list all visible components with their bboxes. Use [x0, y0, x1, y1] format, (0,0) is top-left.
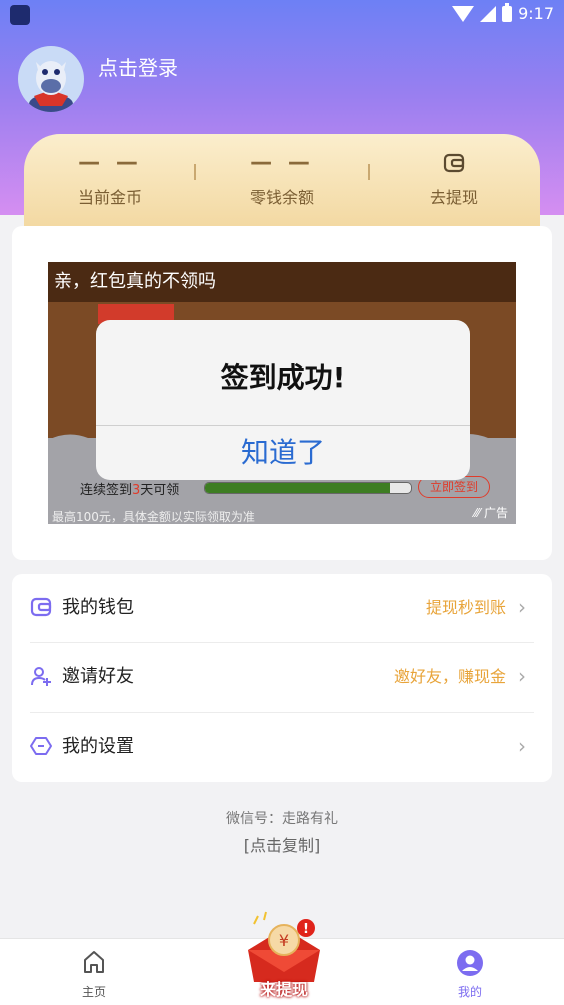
copy-button[interactable]: [点击复制] — [0, 832, 564, 856]
ad-title: 亲，红包真的不领吗 — [48, 262, 516, 302]
battery-icon — [502, 2, 513, 22]
avatar[interactable] — [18, 46, 84, 112]
tab-mine-label: 我的 — [457, 985, 482, 999]
home-icon — [84, 951, 104, 973]
sign-progress-fill — [205, 483, 391, 493]
tab-withdraw-center[interactable]: ¥ ! 来提现 — [234, 910, 334, 1004]
menu-hint: 提现秒到账 — [425, 598, 506, 617]
change-balance-value: — — — [250, 150, 314, 175]
current-coins-label: 当前金币 — [77, 188, 142, 207]
dialog-title: 签到成功! — [220, 361, 346, 394]
sign-progress-text: 连续签到3天可领 — [80, 479, 179, 498]
settings-icon — [30, 737, 52, 755]
ad-logo-icon: ⁄⁄⁄ — [474, 506, 484, 520]
status-bar: 9:17 — [0, 0, 564, 30]
change-balance[interactable]: — — 零钱余额 — [196, 148, 368, 208]
menu-item-wallet[interactable]: 我的钱包 提现秒到账 › — [12, 574, 552, 642]
app-notification-icon — [10, 5, 30, 25]
profile-icon — [457, 950, 483, 976]
svg-text:¥: ¥ — [279, 931, 289, 950]
sign-prefix: 连续签到 — [80, 483, 133, 498]
wallet-icon — [30, 597, 52, 617]
menu-label: 邀请好友 — [62, 666, 134, 687]
dialog-confirm-button[interactable]: 知道了 — [96, 426, 470, 480]
withdraw-icon — [368, 148, 540, 178]
tab-home[interactable]: 主页 — [34, 939, 154, 1005]
add-user-icon — [31, 667, 51, 686]
menu-label: 我的钱包 — [62, 597, 134, 618]
ad-footer-note: 最高100元，具体金额以实际领取为准 — [52, 510, 255, 524]
sign-suffix: 天可领 — [140, 483, 180, 498]
wifi-icon — [452, 5, 475, 22]
coin-panel: — — 当前金币 — — 零钱余额 去提现 — [24, 134, 540, 234]
wechat-id: 微信号：走路有礼 — [226, 811, 338, 827]
menu-label: 我的设置 — [62, 736, 134, 757]
menu-list: 我的钱包 提现秒到账 › 邀请好友 邀好友，赚现金 › 我的设置 › — [12, 574, 552, 782]
chevron-right-icon: › — [518, 595, 526, 619]
tab-mine[interactable]: 我的 — [410, 939, 530, 1005]
withdraw-button[interactable]: 去提现 — [368, 148, 540, 208]
change-balance-label: 零钱余额 — [249, 188, 314, 207]
chevron-right-icon: › — [518, 664, 526, 688]
current-coins[interactable]: — — 当前金币 — [24, 148, 196, 208]
status-time: 9:17 — [518, 4, 554, 23]
sign-success-dialog: 签到成功! 知道了 — [96, 320, 470, 480]
ad-tag: ⁄⁄⁄ 广告 — [474, 504, 508, 521]
sign-progress-bar — [204, 482, 412, 494]
svg-text:!: ! — [303, 922, 309, 937]
ad-tag-label: 广告 — [483, 506, 508, 520]
tab-home-label: 主页 — [81, 985, 106, 999]
withdraw-label: 去提现 — [429, 188, 478, 207]
current-coins-value: — — — [78, 150, 142, 175]
menu-item-settings[interactable]: 我的设置 › — [12, 713, 552, 781]
chevron-right-icon: › — [518, 734, 526, 758]
tab-withdraw-label: 来提现 — [259, 980, 308, 999]
menu-hint: 邀好友，赚现金 — [393, 667, 506, 686]
login-link[interactable]: 点击登录 — [98, 52, 178, 81]
signal-icon — [480, 5, 497, 22]
menu-item-invite[interactable]: 邀请好友 邀好友，赚现金 › — [12, 643, 552, 711]
